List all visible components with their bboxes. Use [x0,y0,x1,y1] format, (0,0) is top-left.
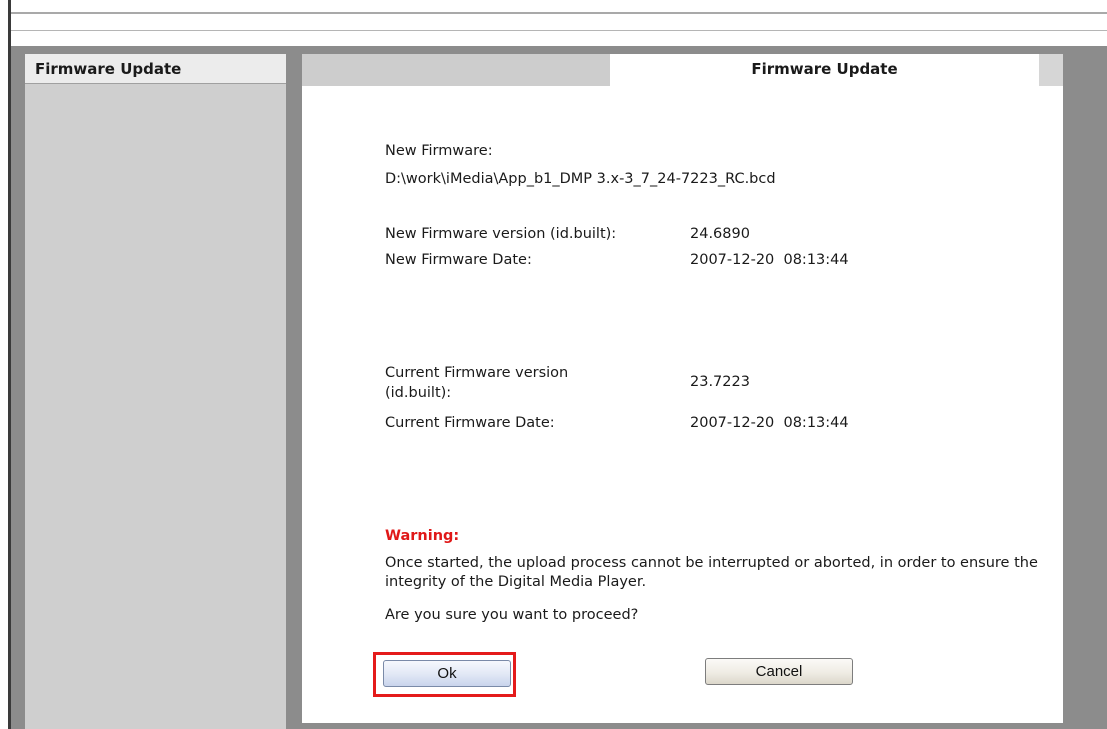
warning-text: Once started, the upload process cannot … [385,555,1038,590]
confirm-question: Are you sure you want to proceed? [385,607,639,623]
tab-firmware-update[interactable]: Firmware Update [610,54,1039,86]
current-firmware-version-label: Current Firmware version (id.built): [385,363,568,403]
current-firmware-version-label-line1: Current Firmware version [385,365,569,381]
current-firmware-version-label-line2: (id.built): [385,385,452,401]
new-firmware-date-value: 2007-12-20 08:13:44 [690,252,849,268]
new-firmware-version-value: 24.6890 [690,226,750,242]
nav-title[interactable]: Firmware Update [25,54,286,84]
top-rule-thin [10,30,1107,31]
tab-bar-end [1039,54,1063,86]
warning-title: Warning: [385,528,460,544]
new-firmware-date-label: New Firmware Date: [385,252,532,268]
current-firmware-version-value: 23.7223 [690,374,750,390]
cancel-button[interactable]: Cancel [705,658,853,685]
ok-button[interactable]: Ok [383,660,511,687]
content-panel: Firmware Update New Firmware: D:\work\iM… [302,54,1063,723]
new-firmware-label: New Firmware: [385,143,493,159]
top-rule [10,12,1107,14]
current-firmware-date-value: 2007-12-20 08:13:44 [690,415,849,431]
new-firmware-path: D:\work\iMedia\App_b1_DMP 3.x-3_7_24-722… [385,171,776,187]
current-firmware-date-label: Current Firmware Date: [385,415,555,431]
top-band [0,0,1107,46]
new-firmware-version-label: New Firmware version (id.built): [385,226,617,242]
tab-bar: Firmware Update [302,54,1063,86]
nav-body [25,84,286,729]
left-nav: Firmware Update [25,54,286,729]
